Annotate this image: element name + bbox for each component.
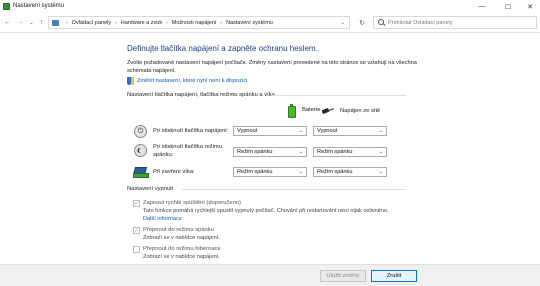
more-info-link[interactable]: Další informace	[143, 216, 182, 222]
buttons-section-title: Nastavení tlačítka napájení, tlačítka re…	[127, 92, 275, 98]
chevron-down-icon: ⌄	[298, 149, 303, 155]
forward-button[interactable]: →	[16, 17, 25, 28]
control-panel-icon	[52, 19, 59, 26]
breadcrumb-system-settings[interactable]: Nastavení systému	[226, 20, 273, 26]
select-value: Režim spánku	[237, 149, 273, 155]
change-settings-link[interactable]: Změnit nastavení, které nyní není k disp…	[127, 77, 247, 85]
fast-startup-desc-text: Tato funkce pomáhá rychlejší spustit vyp…	[143, 208, 389, 214]
chevron-down-icon: ⌄	[378, 149, 383, 155]
recent-locations-button[interactable]: ⌄	[27, 17, 36, 28]
change-settings-link-text[interactable]: Změnit nastavení, které nyní není k disp…	[137, 78, 247, 84]
cancel-button[interactable]: Zrušit	[371, 270, 417, 282]
power-button-icon	[134, 125, 147, 138]
select-value: Režim spánku	[317, 149, 353, 155]
save-changes-button[interactable]: Uložit změny	[320, 270, 366, 282]
sleep-checkbox[interactable]: ✓	[133, 227, 140, 234]
breadcrumb-control-panel[interactable]: Ovládací panely	[72, 20, 111, 26]
select-value: Vypnout	[317, 128, 338, 134]
breadcrumb-separator[interactable]: ›	[220, 20, 222, 26]
fast-startup-description: Tato funkce pomáhá rychlejší spustit vyp…	[143, 208, 413, 223]
sleep-button-label: Po stisknutí tlačítka režimu spánku:	[153, 144, 222, 158]
address-bar: ← → ⌄ ↑ › Ovládací panely › Hardware a z…	[0, 13, 540, 33]
title-bar: Nastavení systému — ☐ ✕	[0, 0, 540, 13]
chevron-down-icon: ⌄	[298, 128, 303, 134]
chevron-down-icon: ⌄	[378, 128, 383, 134]
plug-icon	[322, 108, 334, 114]
search-placeholder: Prohledat Ovládací panely	[388, 19, 453, 26]
breadcrumb-separator[interactable]: ›	[66, 20, 68, 26]
breadcrumb-power-options[interactable]: Možnosti napájení	[172, 20, 217, 26]
search-icon	[378, 18, 386, 27]
breadcrumb-separator[interactable]: ›	[115, 20, 117, 26]
uac-shield-icon	[127, 77, 134, 85]
page-title: Definujte tlačítka napájení a zapněte oc…	[127, 44, 318, 53]
address-dropdown-icon[interactable]: ⌄	[341, 20, 345, 26]
section-divider	[272, 95, 406, 96]
main-content: Definujte tlačítka napájení a zapněte oc…	[0, 34, 540, 264]
breadcrumb-separator[interactable]: ›	[166, 20, 168, 26]
chevron-down-icon: ⌄	[378, 169, 383, 175]
column-plugged-in: Napájen ze sítě	[322, 108, 380, 114]
sleep-option-description: Zobrazí se v nabídce napájení.	[143, 235, 220, 241]
power-button-plugged-select[interactable]: Vypnout ⌄	[313, 126, 387, 136]
select-value: Režim spánku	[317, 169, 353, 175]
close-button[interactable]: ✕	[520, 1, 540, 12]
battery-icon	[288, 104, 296, 118]
window-title: Nastavení systému	[13, 3, 65, 9]
column-battery-label: Baterie	[302, 107, 321, 113]
sleep-option-label: Přepnout do režimu spánku	[143, 227, 214, 233]
search-input[interactable]: Prohledat Ovládací panely	[373, 16, 537, 29]
lid-close-plugged-select[interactable]: Režim spánku ⌄	[313, 167, 387, 177]
refresh-button[interactable]: ↻	[356, 16, 368, 29]
fast-startup-label: Zapnout rychlé spuštění (doporučeno)	[143, 200, 241, 206]
breadcrumb-hardware-sound[interactable]: Hardware a zvuk	[121, 20, 162, 26]
chevron-down-icon: ⌄	[298, 169, 303, 175]
shutdown-section-title: Nastavení vypnutí	[127, 186, 174, 192]
back-button[interactable]: ←	[3, 17, 12, 28]
intro-text: Zvolte požadované nastavení napájení poč…	[127, 60, 417, 74]
hibernate-option-description: Zobrazí se v nabídce napájení.	[143, 254, 220, 260]
hibernate-checkbox[interactable]	[133, 246, 140, 253]
select-value: Režim spánku	[237, 169, 273, 175]
laptop-lid-icon	[133, 167, 149, 178]
footer-bar: Uložit změny Zrušit	[0, 264, 540, 286]
lid-close-battery-select[interactable]: Režim spánku ⌄	[233, 167, 307, 177]
power-button-battery-select[interactable]: Vypnout ⌄	[233, 126, 307, 136]
sleep-button-battery-select[interactable]: Režim spánku ⌄	[233, 147, 307, 157]
power-button-label: Po stisknutí tlačítka napájení:	[153, 128, 229, 134]
hibernate-option-label: Přepnout do režimu hibernace	[143, 246, 221, 252]
breadcrumb[interactable]: › Ovládací panely › Hardware a zvuk › Mo…	[48, 16, 350, 29]
sleep-button-icon	[134, 144, 147, 157]
maximize-button[interactable]: ☐	[498, 1, 518, 12]
minimize-button[interactable]: —	[472, 1, 492, 12]
column-plugged-label: Napájen ze sítě	[340, 108, 381, 114]
lid-close-label: Při zavření víka:	[153, 169, 195, 175]
section-divider	[182, 189, 406, 190]
select-value: Vypnout	[237, 128, 258, 134]
control-panel-icon	[3, 3, 10, 10]
sleep-button-plugged-select[interactable]: Režim spánku ⌄	[313, 147, 387, 157]
fast-startup-checkbox[interactable]: ✓	[133, 200, 140, 207]
column-battery: Baterie	[288, 104, 321, 118]
up-button[interactable]: ↑	[37, 17, 46, 28]
